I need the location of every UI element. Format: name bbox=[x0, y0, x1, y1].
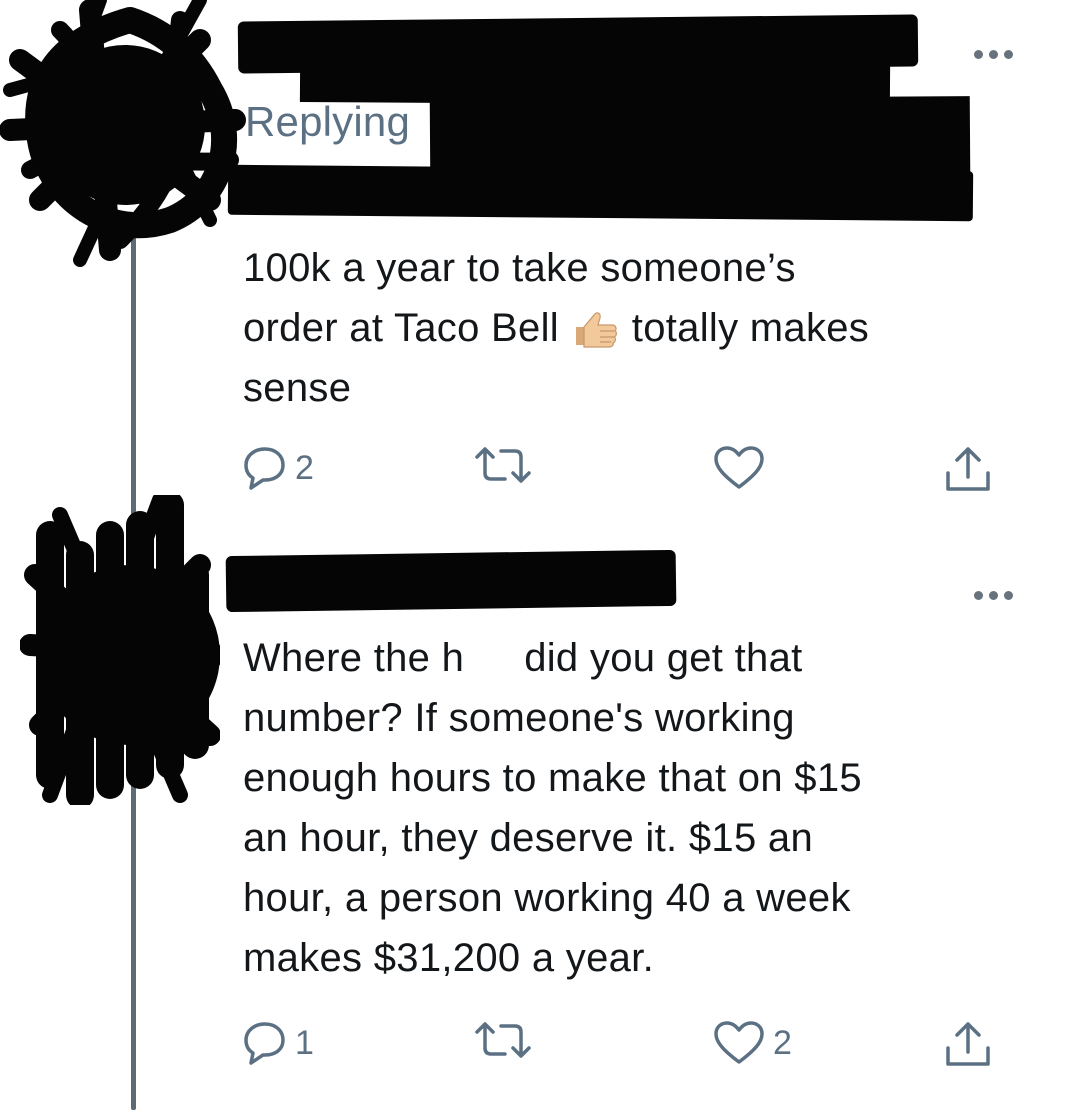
tweet-actions: 2 bbox=[243, 445, 1003, 495]
like-button[interactable] bbox=[713, 445, 765, 491]
retweet-icon bbox=[475, 447, 531, 483]
thumbs-up-icon bbox=[576, 312, 618, 348]
share-button[interactable] bbox=[943, 1020, 993, 1070]
more-options-icon[interactable] bbox=[974, 50, 1013, 59]
retweet-button[interactable] bbox=[473, 445, 533, 485]
reply-count: 1 bbox=[295, 1023, 314, 1062]
more-options-icon[interactable] bbox=[974, 591, 1013, 600]
replying-to-label: Replying bbox=[245, 98, 411, 145]
share-icon bbox=[946, 447, 990, 491]
heart-icon bbox=[714, 1021, 764, 1064]
reply-icon bbox=[244, 1022, 285, 1065]
retweet-icon bbox=[475, 1022, 531, 1058]
tweet-text: 100k a year to take someone’s order at T… bbox=[243, 238, 1023, 418]
share-icon bbox=[946, 1022, 990, 1066]
redacted-reply-target-2 bbox=[227, 164, 974, 222]
like-button[interactable]: 2 bbox=[713, 1020, 792, 1066]
avatar-redacted[interactable] bbox=[20, 495, 220, 805]
retweet-button[interactable] bbox=[473, 1020, 533, 1060]
tweet-text-part: Where the h bbox=[243, 636, 465, 680]
redacted-reply-target bbox=[429, 96, 971, 176]
reply-button[interactable]: 2 bbox=[243, 445, 314, 491]
reply-count: 2 bbox=[295, 448, 314, 487]
reply-button[interactable]: 1 bbox=[243, 1020, 314, 1066]
redacted-username bbox=[225, 549, 677, 613]
share-button[interactable] bbox=[943, 445, 993, 495]
heart-icon bbox=[714, 446, 764, 489]
tweet-text-part: did you get that number? If someone's wo… bbox=[243, 636, 862, 980]
avatar-redacted[interactable] bbox=[0, 0, 250, 270]
tweet-text: Where the h did you get that number? If s… bbox=[243, 628, 1033, 988]
tweet-actions: 1 2 bbox=[243, 1020, 1003, 1070]
like-count: 2 bbox=[773, 1023, 792, 1062]
reply-icon bbox=[244, 447, 285, 490]
